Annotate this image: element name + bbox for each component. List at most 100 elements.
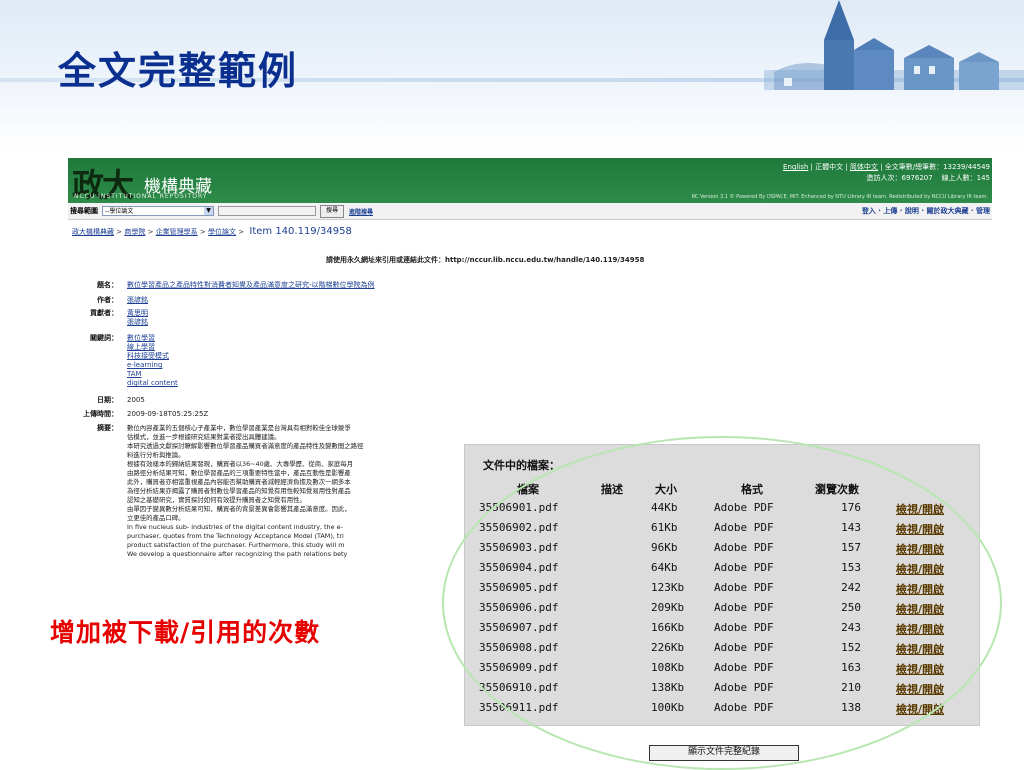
- file-name[interactable]: 35506908.pdf: [479, 641, 558, 654]
- abstract-line: 數位內容產業的五個核心子產業中，數位學習產業是台灣具有相對較佳全球競爭: [127, 424, 351, 432]
- file-format: Adobe PDF: [714, 501, 774, 514]
- abstract-line: We develop a questionnaire after recogni…: [127, 550, 348, 558]
- file-views: 243: [841, 621, 861, 634]
- file-views: 176: [841, 501, 861, 514]
- search-bar: 搜尋範圍 --學位論文 ▼ 搜尋 進階搜尋 登入 · 上傳 · 說明 · 關於政…: [68, 203, 992, 220]
- file-size: 226Kb: [651, 641, 685, 654]
- advanced-search-link[interactable]: 進階搜尋: [349, 207, 373, 216]
- view-open-link[interactable]: 檢視/開啟: [896, 581, 944, 597]
- slide-title: 全文完整範例: [58, 48, 299, 93]
- meta-author-label: 作者：: [97, 296, 118, 304]
- callout-text: 增加被下載/引用的次數: [50, 618, 321, 647]
- file-format: Adobe PDF: [714, 521, 774, 534]
- meta-date-label: 日期：: [97, 396, 118, 404]
- site-logo[interactable]: 政大 機構典藏 NCCU INSTITUTIONAL REPOSITORY: [72, 160, 212, 206]
- file-name[interactable]: 35506905.pdf: [479, 581, 558, 594]
- breadcrumb-college[interactable]: 商學院: [124, 228, 145, 236]
- online-count: 線上人數：145: [941, 174, 990, 182]
- meta-keyword-item[interactable]: e-learning: [127, 361, 178, 370]
- chevron-down-icon[interactable]: ▼: [204, 207, 213, 215]
- file-name[interactable]: 35506904.pdf: [479, 561, 558, 574]
- meta-author-value[interactable]: 張諺銘: [127, 296, 148, 305]
- view-open-link[interactable]: 檢視/開啟: [896, 541, 944, 557]
- file-row: 35506905.pdf 123Kb Adobe PDF 242 檢視/開啟: [465, 578, 979, 598]
- file-format: Adobe PDF: [714, 621, 774, 634]
- meta-keyword-item[interactable]: 數位學習: [127, 334, 178, 343]
- file-row: 35506911.pdf 100Kb Adobe PDF 138 檢視/開啟: [465, 698, 979, 718]
- abstract-line: 本研究透過文獻探討瞭解影響數位學習產品購買者滿意度的產品特性及變數間之路徑: [127, 442, 364, 450]
- help-link[interactable]: 說明: [905, 207, 919, 215]
- view-open-link[interactable]: 檢視/開啟: [896, 561, 944, 577]
- file-row: 35506908.pdf 226Kb Adobe PDF 152 檢視/開啟: [465, 638, 979, 658]
- breadcrumb-home[interactable]: 政大機構典藏: [72, 228, 114, 236]
- search-input[interactable]: [218, 206, 316, 216]
- lang-traditional-link[interactable]: 正體中文: [815, 163, 843, 171]
- show-full-record-button[interactable]: 顯示文件完整紀錄: [649, 745, 799, 761]
- view-open-link[interactable]: 檢視/開啟: [896, 601, 944, 617]
- file-name[interactable]: 35506901.pdf: [479, 501, 558, 514]
- file-list-title: 文件中的檔案：: [483, 459, 560, 472]
- file-name[interactable]: 35506907.pdf: [479, 621, 558, 634]
- file-format: Adobe PDF: [714, 601, 774, 614]
- file-views: 242: [841, 581, 861, 594]
- breadcrumb-department[interactable]: 企業管理學系: [156, 228, 198, 236]
- login-link[interactable]: 登入: [862, 207, 876, 215]
- about-link[interactable]: 關於政大典藏: [926, 207, 968, 215]
- view-open-link[interactable]: 檢視/開啟: [896, 661, 944, 677]
- lang-simplified-link[interactable]: 简体中文: [850, 163, 878, 171]
- view-open-link[interactable]: 檢視/開啟: [896, 641, 944, 657]
- view-open-link[interactable]: 檢視/開啟: [896, 521, 944, 537]
- admin-link[interactable]: 管理: [976, 207, 990, 215]
- file-row: 35506907.pdf 166Kb Adobe PDF 243 檢視/開啟: [465, 618, 979, 638]
- file-format: Adobe PDF: [714, 581, 774, 594]
- breadcrumb-theses[interactable]: 學位論文: [208, 228, 236, 236]
- col-header-views: 瀏覽次數: [815, 483, 859, 496]
- top-nav-links: 登入 · 上傳 · 說明 · 關於政大典藏 · 管理: [861, 207, 990, 215]
- abstract-line: purchaser, quotes from the Technology Ac…: [127, 532, 344, 540]
- file-name[interactable]: 35506903.pdf: [479, 541, 558, 554]
- view-open-link[interactable]: 檢視/開啟: [896, 681, 944, 697]
- col-header-size: 大小: [655, 483, 677, 496]
- visitor-count: 造訪人次：6976207: [866, 174, 933, 182]
- file-row: 35506901.pdf 44Kb Adobe PDF 176 檢視/開啟: [465, 498, 979, 518]
- meta-contributor-item[interactable]: 張諺銘: [127, 318, 148, 327]
- search-scope-value: --學位論文: [105, 208, 134, 215]
- file-size: 108Kb: [651, 661, 685, 674]
- file-views: 138: [841, 701, 861, 714]
- file-size: 166Kb: [651, 621, 685, 634]
- file-name[interactable]: 35506909.pdf: [479, 661, 558, 674]
- meta-keyword-item[interactable]: digital content: [127, 379, 178, 388]
- abstract-line: 為徑分析結果亦揭露了購買者對數位學習產品的知覺有用性較知覺易用性對產品: [127, 487, 351, 495]
- view-open-link[interactable]: 檢視/開啟: [896, 701, 944, 717]
- lang-english-link[interactable]: English: [783, 163, 808, 171]
- file-format: Adobe PDF: [714, 541, 774, 554]
- view-open-link[interactable]: 檢視/開啟: [896, 621, 944, 637]
- item-id: Item 140.119/34958: [249, 226, 352, 237]
- file-size: 64Kb: [651, 561, 678, 574]
- file-name[interactable]: 35506911.pdf: [479, 701, 558, 714]
- meta-title-value[interactable]: 數位學習產品之產品特性對消費者知覺及產品滿意度之研究-以階梯數位學院為例: [127, 281, 375, 290]
- meta-keyword-item[interactable]: TAM: [127, 370, 178, 379]
- search-button[interactable]: 搜尋: [320, 204, 345, 218]
- permalink-text: 請使用永久網址來引用或連結此文件：http://nccur.lib.nccu.e…: [326, 256, 645, 264]
- file-name[interactable]: 35506906.pdf: [479, 601, 558, 614]
- abstract-line: 認知之基礎研究，實質探討如何有效提升購買者之知覺有用性。: [127, 496, 306, 504]
- breadcrumb: 政大機構典藏 > 商學院 > 企業管理學系 > 學位論文 > Item 140.…: [72, 226, 352, 237]
- meta-keyword-item[interactable]: 科技接受模式: [127, 352, 178, 361]
- meta-date-value: 2005: [127, 396, 145, 404]
- church-skyline-decoration: [764, 0, 1024, 90]
- abstract-line: 根據有效樣本的歸納結果發現，購買者以36~40歲、大專學歷、從商、家庭每月: [127, 460, 354, 468]
- file-name[interactable]: 35506910.pdf: [479, 681, 558, 694]
- file-name[interactable]: 35506902.pdf: [479, 521, 558, 534]
- upload-link[interactable]: 上傳: [883, 207, 897, 215]
- file-format: Adobe PDF: [714, 701, 774, 714]
- meta-keyword-item[interactable]: 線上學習: [127, 343, 178, 352]
- file-views: 153: [841, 561, 861, 574]
- view-open-link[interactable]: 檢視/開啟: [896, 501, 944, 517]
- meta-contributor-item[interactable]: 黃思明: [127, 309, 148, 318]
- meta-upload-value: 2009-09-18T05:25:25Z: [127, 410, 209, 418]
- file-format: Adobe PDF: [714, 661, 774, 674]
- abstract-line: product satisfaction of the purchaser. F…: [127, 541, 345, 549]
- file-row: 35506903.pdf 96Kb Adobe PDF 157 檢視/開啟: [465, 538, 979, 558]
- search-scope-select[interactable]: --學位論文 ▼: [102, 206, 214, 216]
